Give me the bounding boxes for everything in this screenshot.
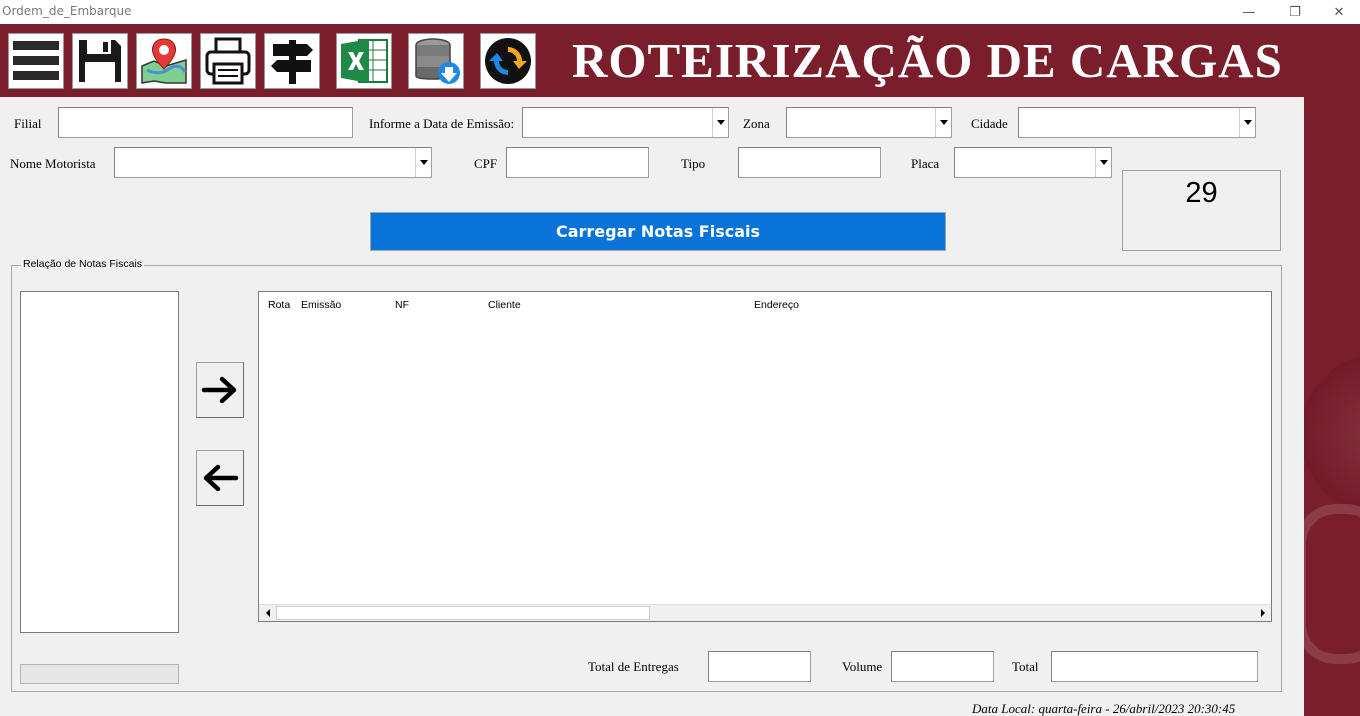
total-field[interactable] <box>1051 651 1258 682</box>
placa-label: Placa <box>911 156 940 171</box>
column-header-nf[interactable]: NF <box>395 299 409 311</box>
background-decoration <box>1296 504 1360 664</box>
move-left-button[interactable] <box>196 450 244 506</box>
column-header-cliente[interactable]: Cliente <box>488 299 521 311</box>
export-excel-button[interactable] <box>336 33 392 89</box>
background-decoration <box>1300 354 1360 514</box>
data-emissao-select[interactable] <box>522 107 729 138</box>
column-header-emissao[interactable]: Emissão <box>301 299 341 311</box>
menu-icon <box>13 41 59 80</box>
chevron-down-icon[interactable] <box>935 108 951 137</box>
scroll-left-icon[interactable] <box>259 605 276 621</box>
total-label: Total <box>1012 659 1039 674</box>
restore-button[interactable]: ❐ <box>1272 0 1318 24</box>
horizontal-scrollbar[interactable] <box>259 604 1271 621</box>
arrow-left-icon <box>203 464 239 492</box>
progress-bar <box>20 664 179 684</box>
app-title: ROTEIRIZAÇÃO DE CARGAS <box>572 33 1283 88</box>
tipo-label: Tipo <box>681 156 706 171</box>
zona-label: Zona <box>743 116 770 131</box>
printer-icon <box>205 37 251 85</box>
save-icon <box>79 40 121 82</box>
cidade-label: Cidade <box>971 116 1008 131</box>
column-header-endereco[interactable]: Endereço <box>754 299 799 311</box>
motorista-select[interactable] <box>114 147 432 178</box>
volume-field[interactable] <box>891 651 994 682</box>
cpf-input[interactable] <box>506 147 649 178</box>
save-button[interactable] <box>72 33 128 89</box>
main-panel: Filial Informe a Data de Emissão: Zona C… <box>0 97 1304 716</box>
cidade-select[interactable] <box>1018 107 1256 138</box>
data-emissao-label: Informe a Data de Emissão: <box>369 116 515 131</box>
chevron-down-icon[interactable] <box>1095 148 1111 177</box>
menu-button[interactable] <box>8 33 64 89</box>
map-button[interactable] <box>136 33 192 89</box>
refresh-icon <box>485 38 531 84</box>
close-button[interactable]: ✕ <box>1316 0 1360 24</box>
move-right-button[interactable] <box>196 362 244 418</box>
database-download-icon <box>415 38 460 84</box>
arrow-right-icon <box>201 376 237 404</box>
chevron-down-icon[interactable] <box>1239 108 1255 137</box>
notas-listview[interactable]: Rota Emissão NF Cliente Endereço <box>258 291 1272 622</box>
zona-select[interactable] <box>786 107 952 138</box>
volume-label: Volume <box>842 659 883 674</box>
refresh-button[interactable] <box>480 33 536 89</box>
carregar-notas-button[interactable]: Carregar Notas Fiscais <box>370 212 946 251</box>
scroll-right-icon[interactable] <box>1254 605 1271 621</box>
route-button[interactable] <box>264 33 320 89</box>
excel-icon <box>341 39 388 83</box>
cpf-label: CPF <box>474 156 498 171</box>
scrollbar-thumb[interactable] <box>276 606 650 620</box>
chevron-down-icon[interactable] <box>712 108 728 137</box>
window-titlebar: Ordem_de_Embarque — ❐ ✕ <box>0 0 1360 24</box>
placa-select[interactable] <box>954 147 1112 178</box>
minimize-button[interactable]: — <box>1226 0 1272 24</box>
total-entregas-field[interactable] <box>708 651 811 682</box>
database-button[interactable] <box>408 33 464 89</box>
tipo-input[interactable] <box>738 147 881 178</box>
map-pin-icon <box>141 38 187 84</box>
notas-source-list[interactable] <box>20 291 179 633</box>
app-frame: ROTEIRIZAÇÃO DE CARGAS Filial Informe a … <box>0 24 1360 716</box>
filial-input[interactable] <box>58 107 353 138</box>
local-datetime: Data Local: quarta-feira - 26/abril/2023… <box>972 701 1236 716</box>
chevron-down-icon[interactable] <box>415 148 431 177</box>
signpost-icon <box>271 40 313 84</box>
total-entregas-label: Total de Entregas <box>588 659 679 674</box>
filial-label: Filial <box>14 116 42 131</box>
print-button[interactable] <box>200 33 256 89</box>
record-counter: 29 <box>1122 170 1281 251</box>
window-title: Ordem_de_Embarque <box>2 4 132 18</box>
notas-fiscais-group-title: Relação de Notas Fiscais <box>21 258 145 270</box>
motorista-label: Nome Motorista <box>10 156 96 171</box>
column-header-rota[interactable]: Rota <box>268 299 290 311</box>
